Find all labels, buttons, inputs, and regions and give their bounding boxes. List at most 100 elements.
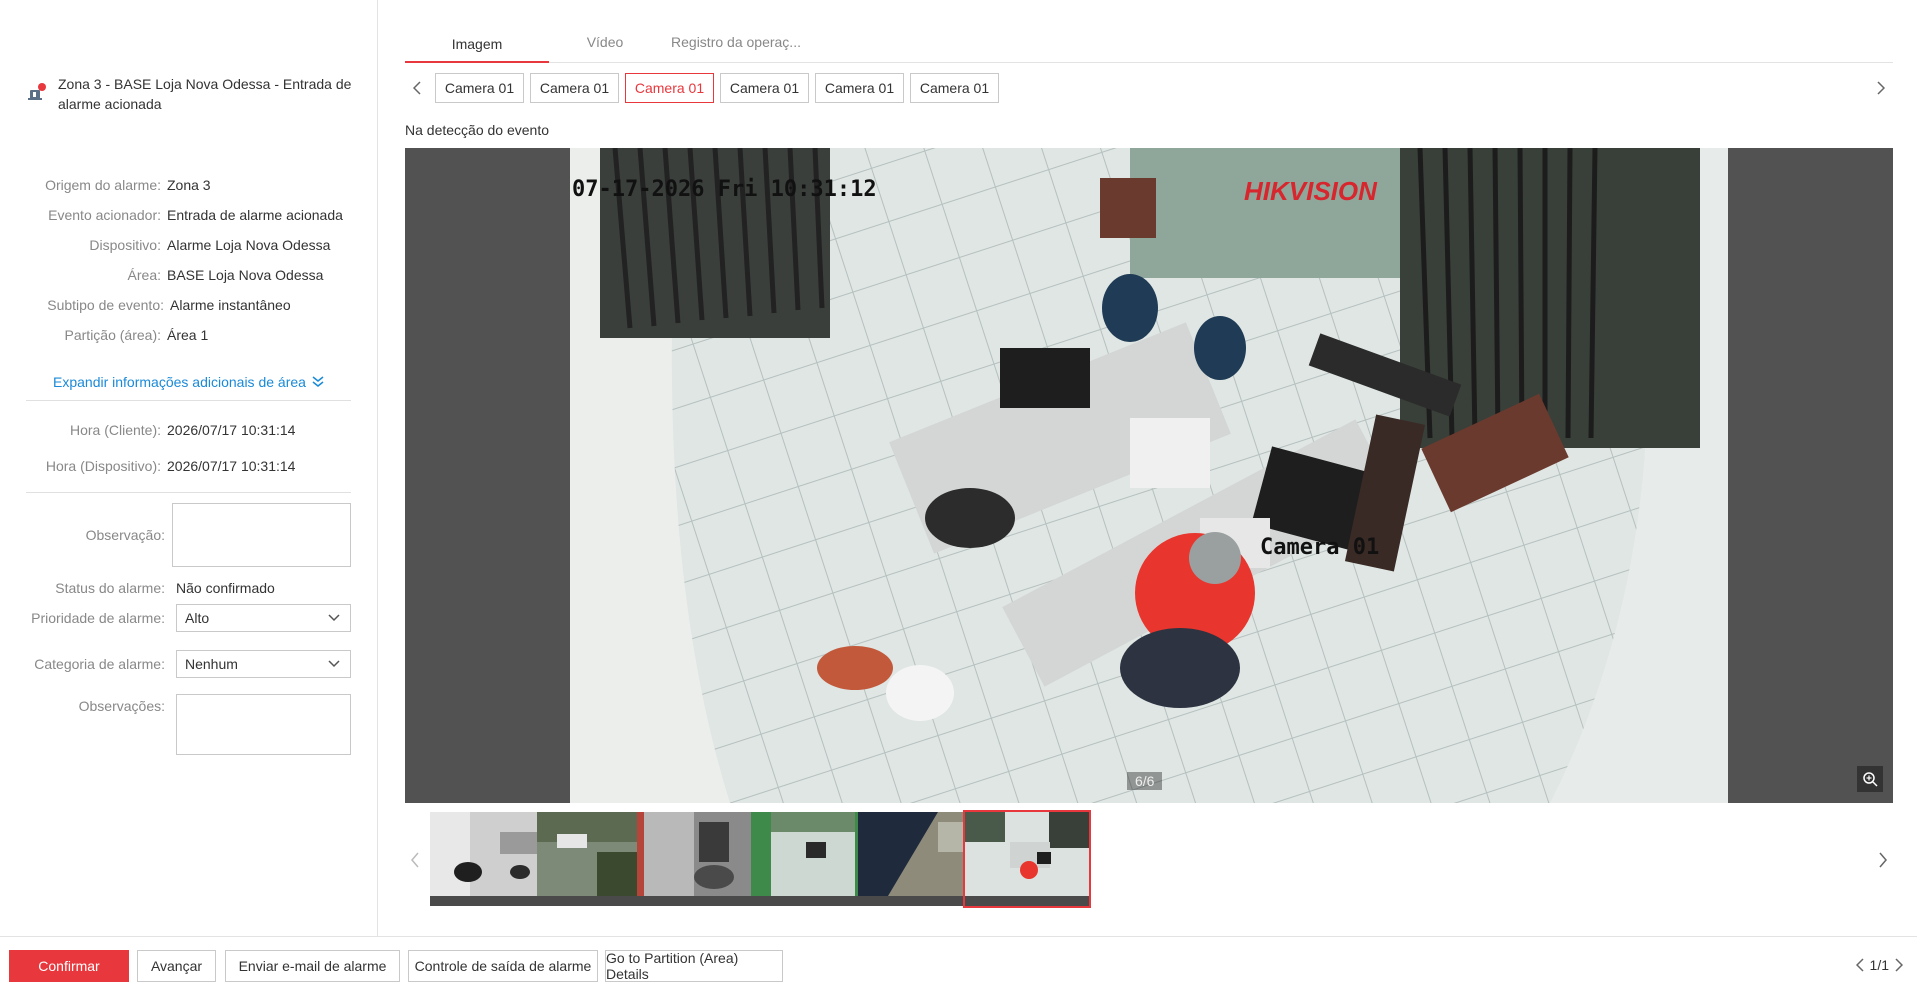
info-value: Zona 3	[167, 177, 211, 193]
info-row-partition: Partição (área): Área 1	[0, 325, 370, 345]
thumbnail-image	[644, 812, 768, 896]
info-value: Alarme Loja Nova Odessa	[167, 237, 331, 253]
expand-area-info-link[interactable]: Expandir informações adicionais de área	[53, 374, 324, 390]
thumbnail-1[interactable]	[430, 812, 554, 906]
thumbnail-4[interactable]	[751, 812, 875, 906]
send-alarm-email-button[interactable]: Enviar e-mail de alarme	[225, 950, 400, 982]
alarm-status-label: Status do alarme:	[55, 580, 165, 596]
info-row-area: Área: BASE Loja Nova Odessa	[0, 265, 370, 285]
alarm-category-label: Categoria de alarme:	[34, 656, 165, 672]
pager: 1/1	[1855, 957, 1903, 973]
chevron-left-icon	[411, 852, 419, 868]
chevron-right-icon	[1877, 81, 1885, 95]
alarm-category-select[interactable]: Nenhum	[176, 650, 351, 678]
alarm-priority-select[interactable]: Alto	[176, 604, 351, 632]
thumbnail-image	[965, 812, 1089, 896]
chevron-left-icon[interactable]	[1855, 958, 1864, 972]
info-label: Dispositivo:	[89, 237, 161, 253]
double-chevron-down-icon	[312, 376, 324, 387]
alarm-priority-label: Prioridade de alarme:	[31, 610, 165, 626]
info-row-event-subtype: Subtipo de evento: Alarme instantâneo	[0, 295, 370, 315]
info-label: Hora (Dispositivo):	[45, 458, 161, 474]
osd-timestamp: 07-17-2026 Fri 10:31:12	[572, 177, 877, 202]
osd-camera-name: Camera 01	[1260, 535, 1379, 560]
thumbnail-strip	[405, 810, 1893, 908]
alarm-title: Zona 3 - BASE Loja Nova Odessa - Entrada…	[58, 76, 352, 112]
thumbnail-image	[430, 812, 554, 896]
thumbnail-prev-button[interactable]	[405, 840, 425, 880]
thumbnail-image	[751, 812, 875, 896]
go-to-partition-details-button[interactable]: Go to Partition (Area) Details	[605, 950, 783, 982]
thumbnail-next-button[interactable]	[1873, 840, 1893, 880]
alarm-info-panel: Zona 3 - BASE Loja Nova Odessa - Entrada…	[0, 0, 378, 936]
info-label: Partição (área):	[64, 327, 161, 343]
expand-link-label: Expandir informações adicionais de área	[53, 374, 306, 390]
info-row-trigger-event: Evento acionador: Entrada de alarme acio…	[0, 205, 370, 225]
camera-button-4[interactable]: Camera 01	[720, 73, 809, 103]
alarm-priority-value: Alto	[185, 610, 210, 626]
info-label: Evento acionador:	[48, 207, 161, 223]
thumbnail-image	[537, 812, 661, 896]
zoom-in-button[interactable]	[1857, 766, 1883, 792]
snapshot-scene: 07-17-2026 Fri 10:31:12 HIKVISION Camera…	[570, 148, 1728, 803]
chevron-down-icon	[328, 660, 340, 668]
image-viewer: 07-17-2026 Fri 10:31:12 HIKVISION Camera…	[405, 148, 1893, 803]
camera-button-1[interactable]: Camera 01	[435, 73, 524, 103]
alarm-category-value: Nenhum	[185, 656, 238, 672]
observation-label: Observação:	[85, 527, 165, 543]
remarks-textarea[interactable]	[176, 694, 351, 755]
camera-button-6[interactable]: Camera 01	[910, 73, 999, 103]
info-value: Área 1	[167, 327, 209, 343]
camera-prev-button[interactable]	[405, 73, 429, 103]
camera-button-3[interactable]: Camera 01	[625, 73, 714, 103]
divider	[26, 400, 351, 401]
info-value: Alarme instantâneo	[170, 297, 291, 313]
footer-toolbar: Confirmar Avançar Enviar e-mail de alarm…	[0, 936, 1917, 988]
tab-image[interactable]: Imagem	[405, 30, 549, 63]
info-value: 2026/07/17 10:31:14	[167, 422, 296, 438]
tab-video[interactable]: Vídeo	[549, 30, 661, 63]
alarm-detail-window: Zona 3 - BASE Loja Nova Odessa - Entrada…	[0, 0, 1917, 988]
camera-next-button[interactable]	[1869, 73, 1893, 103]
camera-snapshot: 07-17-2026 Fri 10:31:12 HIKVISION Camera…	[570, 148, 1728, 803]
thumbnail-6[interactable]	[963, 810, 1091, 908]
info-label: Origem do alarme:	[45, 177, 161, 193]
alarm-siren-icon	[28, 83, 46, 100]
thumbnail-image	[858, 812, 982, 896]
chevron-right-icon	[1879, 852, 1887, 868]
info-row-device: Dispositivo: Alarme Loja Nova Odessa	[0, 235, 370, 255]
chevron-right-icon[interactable]	[1895, 958, 1903, 972]
divider	[26, 492, 351, 493]
info-label: Subtipo de evento:	[47, 297, 164, 313]
thumbnail-5[interactable]	[858, 812, 982, 906]
section-title: Na detecção do evento	[405, 122, 549, 138]
chevron-left-icon	[413, 81, 421, 95]
confirm-button[interactable]: Confirmar	[9, 950, 129, 982]
page-indicator: 1/1	[1869, 957, 1889, 973]
tab-operation-log[interactable]: Registro da operaç...	[661, 30, 811, 63]
advance-button[interactable]: Avançar	[137, 950, 216, 982]
info-label: Área:	[127, 267, 161, 283]
observation-textarea[interactable]	[172, 503, 351, 567]
zoom-in-icon	[1863, 772, 1878, 787]
info-row-device-time: Hora (Dispositivo): 2026/07/17 10:31:14	[0, 456, 370, 476]
info-row-client-time: Hora (Cliente): 2026/07/17 10:31:14	[0, 420, 370, 440]
thumbnail-3[interactable]	[644, 812, 768, 906]
info-value: BASE Loja Nova Odessa	[167, 267, 324, 283]
info-value: 2026/07/17 10:31:14	[167, 458, 296, 474]
info-label: Hora (Cliente):	[69, 422, 161, 438]
media-tabs: Imagem Vídeo Registro da operaç...	[405, 30, 1893, 63]
image-counter: 6/6	[1127, 772, 1163, 790]
alarm-header: Zona 3 - BASE Loja Nova Odessa - Entrada…	[28, 74, 358, 114]
remarks-label: Observações:	[78, 698, 165, 714]
info-row-origin: Origem do alarme: Zona 3	[0, 175, 370, 195]
chevron-down-icon	[328, 614, 340, 622]
info-value: Entrada de alarme acionada	[167, 207, 343, 223]
alarm-output-control-button[interactable]: Controle de saída de alarme	[408, 950, 598, 982]
camera-button-5[interactable]: Camera 01	[815, 73, 904, 103]
thumbnail-2[interactable]	[537, 812, 661, 906]
camera-selector: Camera 01 Camera 01 Camera 01 Camera 01 …	[405, 73, 1893, 103]
camera-button-2[interactable]: Camera 01	[530, 73, 619, 103]
osd-brand: HIKVISION	[1244, 176, 1378, 206]
alarm-status-value: Não confirmado	[176, 580, 275, 596]
